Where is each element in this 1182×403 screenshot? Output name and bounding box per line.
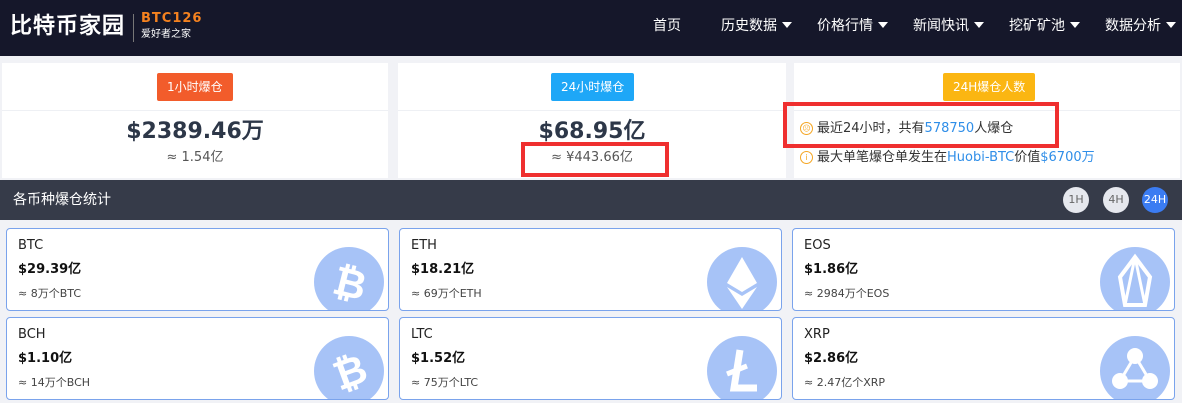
nav-item-prices[interactable]: 价格行情 [817,0,888,56]
largest-order-value: $6700万 [1040,150,1095,165]
coin-card-eth[interactable]: ETH $18.21亿 ≈ 69万个ETH [399,228,782,311]
coin-value: $2.86亿 [804,351,859,366]
logo-brand: BTC126 [141,11,203,26]
section-header: 各币种爆仓统计 1H 4H 24H [0,180,1182,220]
coin-card-ltc[interactable]: LTC $1.52亿 ≈ 75万个LTC [399,317,782,400]
nav-item-history[interactable]: 历史数据 [721,0,792,56]
logo-subtitle: 爱好者之家 [141,29,191,40]
nav-item-news[interactable]: 新闻快讯 [913,0,984,56]
coin-card-eos[interactable]: EOS $1.86亿 ≈ 2984万个EOS [792,228,1175,311]
highlight-box [521,142,669,177]
coin-amount: ≈ 14万个BCH [18,376,91,389]
coin-amount: ≈ 75万个LTC [411,376,479,389]
svg-text:₿: ₿ [327,346,373,400]
range-24h-button[interactable]: 24H [1142,187,1168,213]
chevron-down-icon [878,22,888,28]
bitcoin-cash-icon: ₿ [314,336,384,400]
coin-symbol: XRP [804,327,830,342]
info-icon: i [800,151,813,164]
tag-1h-liquidation: 1小时爆仓 [157,73,233,101]
coin-value: $1.86亿 [804,262,859,277]
chevron-down-icon [1070,22,1080,28]
logo-text[interactable]: 比特币家园 [10,12,125,42]
largest-order-line: i 最大单笔爆仓单发生在Huobi-BTC价值$6700万 [800,149,1095,167]
eos-icon [1100,247,1170,310]
tag-24h-liquidation: 24小时爆仓 [551,73,635,101]
coin-symbol: EOS [804,238,831,253]
bitcoin-icon: ₿ [314,247,384,311]
chevron-down-icon [974,22,984,28]
coin-amount: ≈ 2984万个EOS [804,287,890,300]
approx-1h: ≈ 1.54亿 [166,150,224,165]
range-1h-button[interactable]: 1H [1063,187,1089,213]
nav-item-home[interactable]: 首页 [653,0,681,56]
range-4h-button[interactable]: 4H [1103,187,1129,213]
svg-text:₿: ₿ [328,258,371,311]
coin-amount: ≈ 2.47亿个XRP [804,376,886,389]
ripple-icon [1100,336,1170,399]
coin-symbol: BCH [18,327,46,342]
ethereum-icon [707,247,777,310]
highlight-box [783,102,1059,148]
chevron-down-icon [782,22,792,28]
stat-panel-1h: 1小时爆仓 $2389.46万 ≈ 1.54亿 [2,63,388,178]
coin-amount: ≈ 69万个ETH [411,287,482,300]
coin-card-btc[interactable]: BTC $29.39亿 ≈ 8万个BTC ₿ [6,228,389,311]
coin-amount: ≈ 8万个BTC [18,287,82,300]
coin-symbol: ETH [411,238,437,253]
nav-item-analysis[interactable]: 数据分析 [1105,0,1176,56]
exchange-link[interactable]: Huobi-BTC [947,150,1014,165]
coin-symbol: BTC [18,238,44,253]
coin-value: $29.39亿 [18,262,82,277]
top-nav: 比特币家园 BTC126 爱好者之家 首页 历史数据 价格行情 新闻快讯 挖矿矿… [0,0,1182,56]
nav-item-mining[interactable]: 挖矿矿池 [1009,0,1080,56]
chevron-down-icon [1166,22,1176,28]
litecoin-icon [707,336,777,399]
amount-1h: $2389.46万 [126,119,264,144]
coin-symbol: LTC [411,327,433,342]
coin-card-bch[interactable]: BCH $1.10亿 ≈ 14万个BCH ₿ [6,317,389,400]
logo-divider [133,14,134,42]
tag-24h-people: 24H爆仓人数 [943,73,1036,101]
coin-value: $1.10亿 [18,351,73,366]
section-title: 各币种爆仓统计 [13,192,111,208]
coin-value: $1.52亿 [411,351,466,366]
coin-card-xrp[interactable]: XRP $2.86亿 ≈ 2.47亿个XRP [792,317,1175,400]
coin-value: $18.21亿 [411,262,475,277]
